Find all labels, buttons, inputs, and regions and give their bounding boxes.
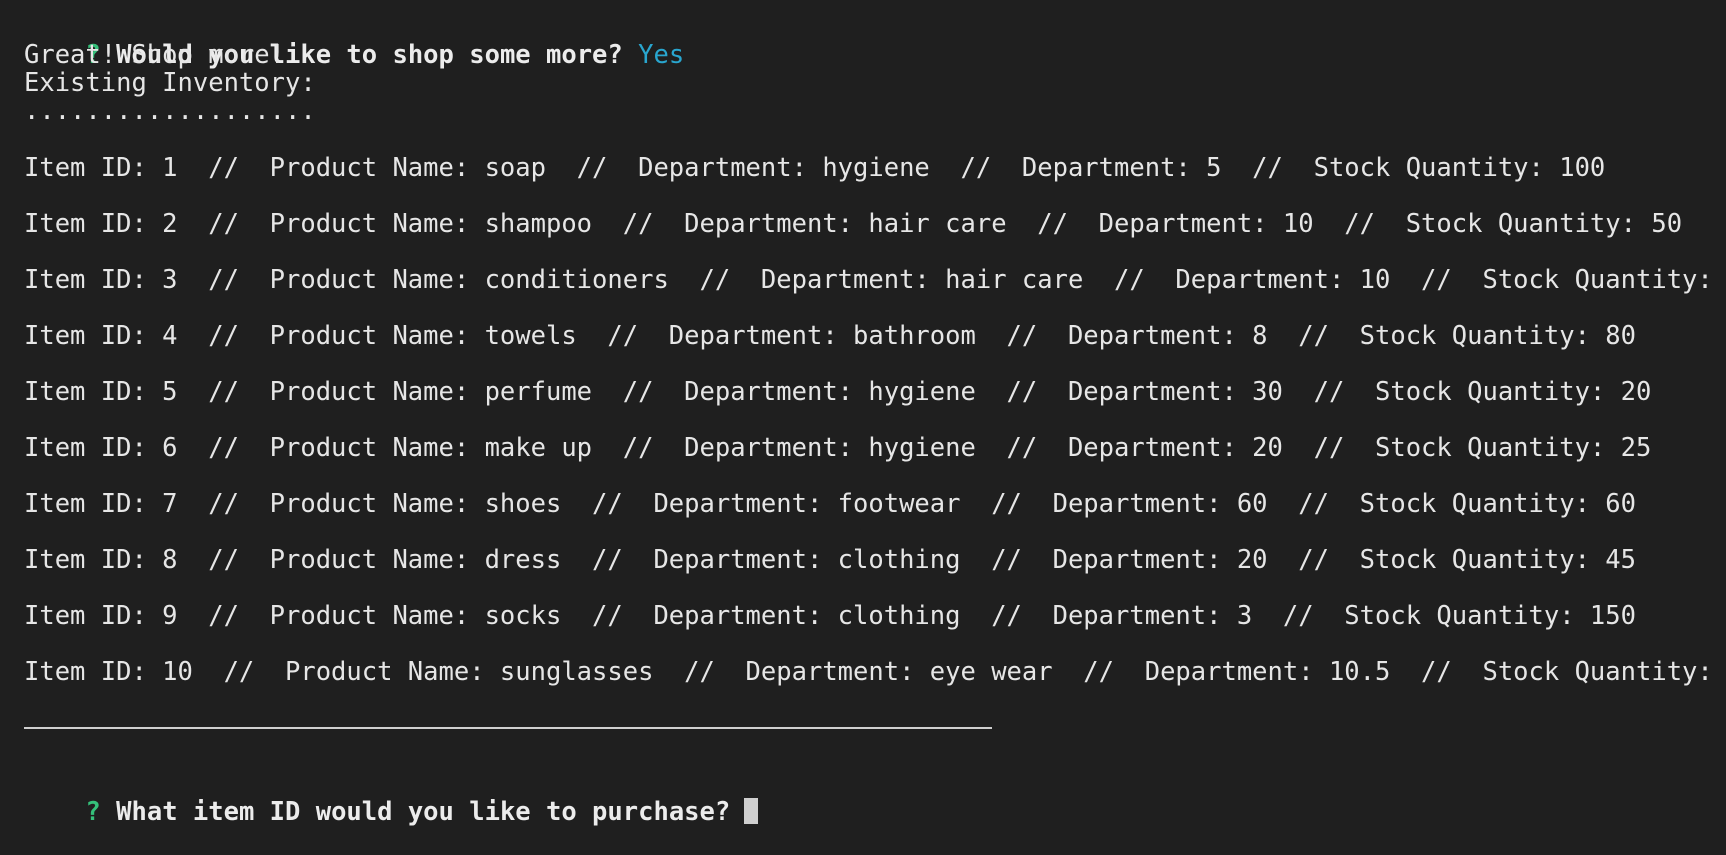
inventory-header: Existing Inventory: bbox=[24, 68, 316, 98]
purchase-prompt[interactable]: ? What item ID would you like to purchas… bbox=[24, 770, 759, 854]
inventory-row: Item ID: 4 // Product Name: towels // De… bbox=[24, 321, 1636, 351]
inventory-row: Item ID: 3 // Product Name: conditioners… bbox=[24, 265, 1726, 295]
inventory-row: Item ID: 7 // Product Name: shoes // Dep… bbox=[24, 489, 1636, 519]
inventory-row: Item ID: 5 // Product Name: perfume // D… bbox=[24, 377, 1652, 407]
inventory-row: Item ID: 9 // Product Name: socks // Dep… bbox=[24, 601, 1636, 631]
dots-separator: ................... bbox=[24, 96, 316, 126]
prompt-answer: Yes bbox=[638, 40, 685, 70]
inventory-row: Item ID: 6 // Product Name: make up // D… bbox=[24, 433, 1652, 463]
terminal-window: ? Would you like to shop some more? Yes … bbox=[0, 0, 1726, 826]
inventory-row: Item ID: 2 // Product Name: shampoo // D… bbox=[24, 209, 1683, 239]
inventory-row: Item ID: 10 // Product Name: sunglasses … bbox=[24, 657, 1726, 687]
inventory-row: Item ID: 1 // Product Name: soap // Depa… bbox=[24, 153, 1606, 183]
divider-line bbox=[24, 727, 992, 729]
inventory-row: Item ID: 8 // Product Name: dress // Dep… bbox=[24, 545, 1636, 575]
great-message: Great! Shop more! bbox=[24, 40, 285, 70]
